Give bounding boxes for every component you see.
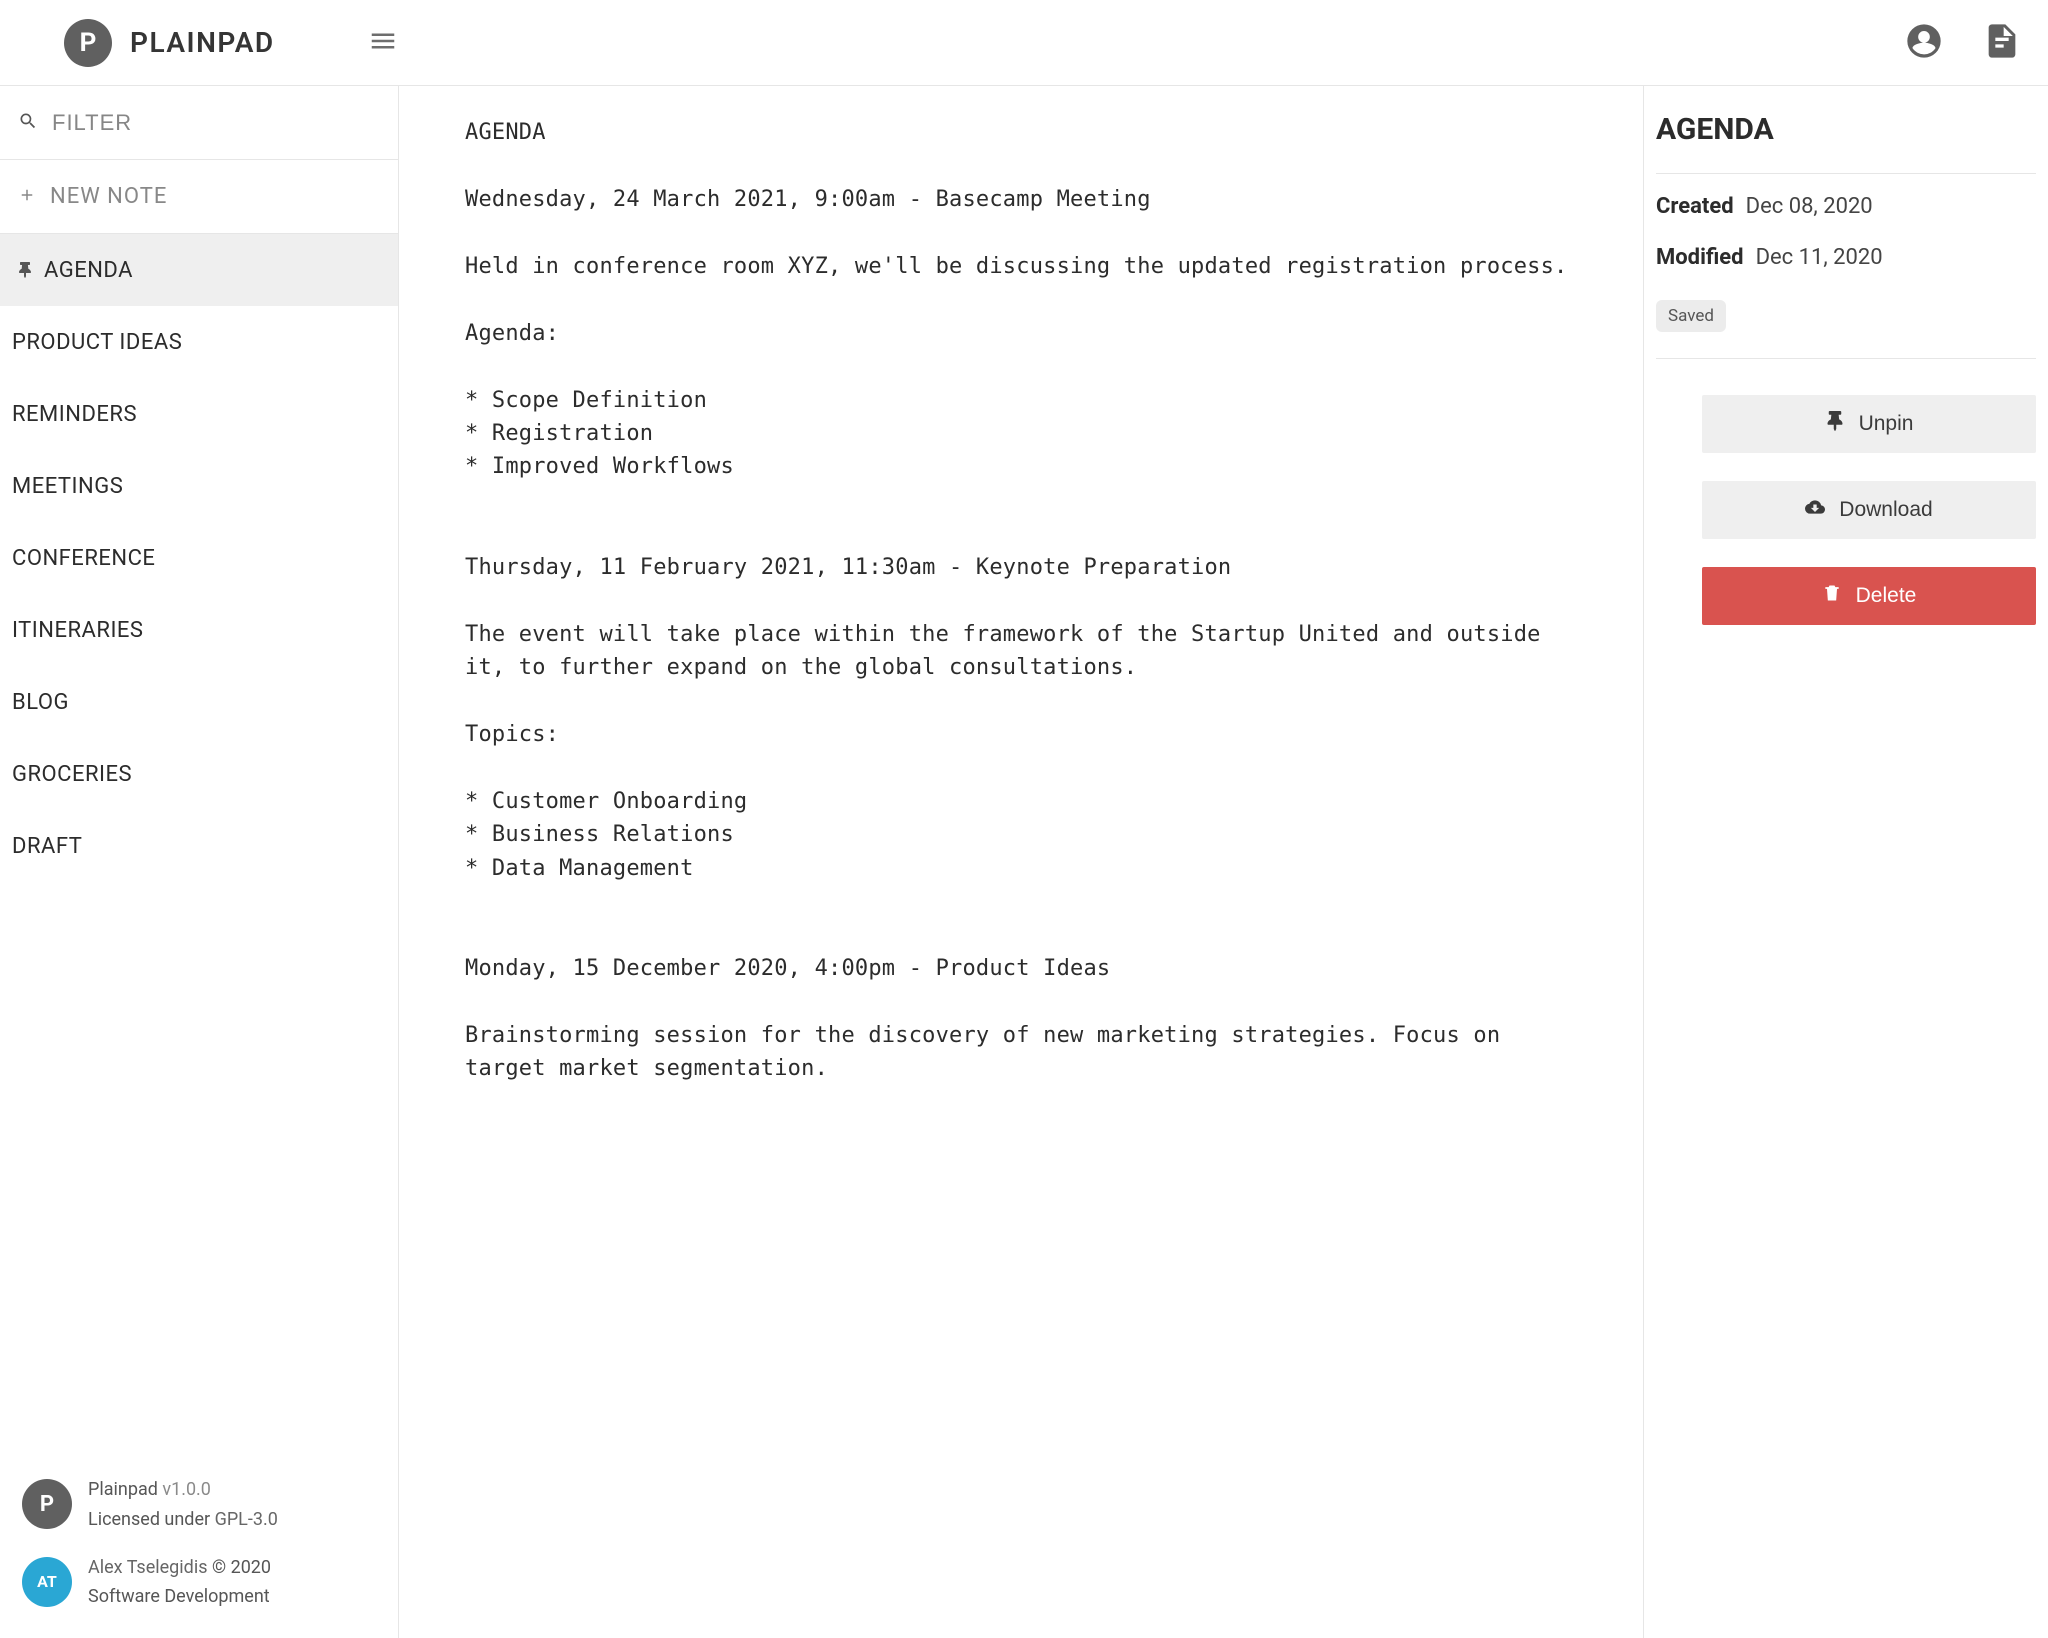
delete-button[interactable]: Delete: [1702, 567, 2036, 625]
note-list-item[interactable]: AGENDA: [0, 234, 398, 306]
footer-copyright: © 2020: [212, 1557, 271, 1578]
hamburger-icon: [368, 26, 398, 60]
download-button[interactable]: Download: [1702, 481, 2036, 539]
info-title: AGENDA: [1656, 112, 2036, 147]
menu-toggle-button[interactable]: [365, 25, 401, 61]
note-item-title: DRAFT: [12, 834, 82, 859]
note-list-item[interactable]: REMINDERS: [0, 378, 398, 450]
brand-logo-icon: P: [64, 19, 112, 67]
note-list-item[interactable]: MEETINGS: [0, 450, 398, 522]
divider: [1656, 358, 2036, 359]
note-content[interactable]: AGENDA Wednesday, 24 March 2021, 9:00am …: [465, 116, 1577, 1086]
footer-author-sub: Software Development: [88, 1582, 271, 1612]
created-label: Created: [1656, 194, 1734, 219]
unpin-button[interactable]: Unpin: [1702, 395, 2036, 453]
note-list-item[interactable]: DRAFT: [0, 810, 398, 882]
pin-icon: [12, 262, 38, 278]
note-item-title: BLOG: [12, 690, 69, 715]
user-icon: [1904, 21, 1944, 65]
search-icon: [18, 111, 38, 135]
filter-row: [0, 86, 398, 160]
note-item-title: AGENDA: [44, 258, 133, 283]
footer-app-name: Plainpad: [88, 1479, 158, 1500]
cloud-download-icon: [1805, 497, 1825, 523]
note-item-title: GROCERIES: [12, 762, 132, 787]
divider: [1656, 173, 2036, 174]
brand-name: PLAINPAD: [130, 26, 275, 59]
created-value: Dec 08, 2020: [1746, 194, 1873, 219]
sidebar: NEW NOTE AGENDA PRODUCT IDEAS REMINDERS MEE…: [0, 86, 399, 1638]
modified-value: Dec 11, 2020: [1756, 245, 1883, 270]
header-actions: [1902, 21, 2024, 65]
plus-icon: [18, 186, 36, 208]
delete-label: Delete: [1856, 584, 1917, 608]
editor-pane[interactable]: AGENDA Wednesday, 24 March 2021, 9:00am …: [399, 86, 1643, 1638]
status-badge: Saved: [1656, 300, 1726, 332]
sidebar-footer: P Plainpad v1.0.0 Licensed under GPL-3.0…: [0, 1459, 398, 1638]
note-list-item[interactable]: PRODUCT IDEAS: [0, 306, 398, 378]
author-logo-icon: AT: [22, 1557, 72, 1607]
new-note-label: NEW NOTE: [50, 184, 167, 209]
plainpad-logo-icon: P: [22, 1479, 72, 1529]
brand[interactable]: P PLAINPAD: [64, 19, 275, 67]
note-item-title: ITINERARIES: [12, 618, 144, 643]
new-note-button[interactable]: NEW NOTE: [0, 160, 398, 234]
note-item-title: CONFERENCE: [12, 546, 155, 571]
user-account-button[interactable]: [1902, 21, 1946, 65]
footer-author-link[interactable]: Alex Tselegidis: [88, 1557, 208, 1578]
download-label: Download: [1839, 498, 1932, 522]
trash-icon: [1822, 583, 1842, 609]
footer-licensed-label: Licensed under: [88, 1509, 210, 1530]
note-list-item[interactable]: BLOG: [0, 666, 398, 738]
modified-label: Modified: [1656, 245, 1744, 270]
note-item-title: PRODUCT IDEAS: [12, 330, 182, 355]
note-list-item[interactable]: GROCERIES: [0, 738, 398, 810]
note-list-item[interactable]: CONFERENCE: [0, 522, 398, 594]
filter-input[interactable]: [52, 110, 380, 136]
note-list-item[interactable]: ITINERARIES: [0, 594, 398, 666]
info-pane: AGENDA Created Dec 08, 2020 Modified Dec…: [1643, 86, 2048, 1638]
pin-icon: [1825, 411, 1845, 437]
footer-license-link[interactable]: GPL-3.0: [215, 1509, 278, 1530]
document-icon: [1982, 21, 2022, 65]
note-item-title: MEETINGS: [12, 474, 123, 499]
app-header: P PLAINPAD: [0, 0, 2048, 86]
footer-app-version: v1.0.0: [162, 1479, 211, 1500]
unpin-label: Unpin: [1859, 412, 1914, 436]
note-item-title: REMINDERS: [12, 402, 137, 427]
new-document-button[interactable]: [1980, 21, 2024, 65]
note-list: AGENDA PRODUCT IDEAS REMINDERS MEETINGS CONF…: [0, 234, 398, 1459]
